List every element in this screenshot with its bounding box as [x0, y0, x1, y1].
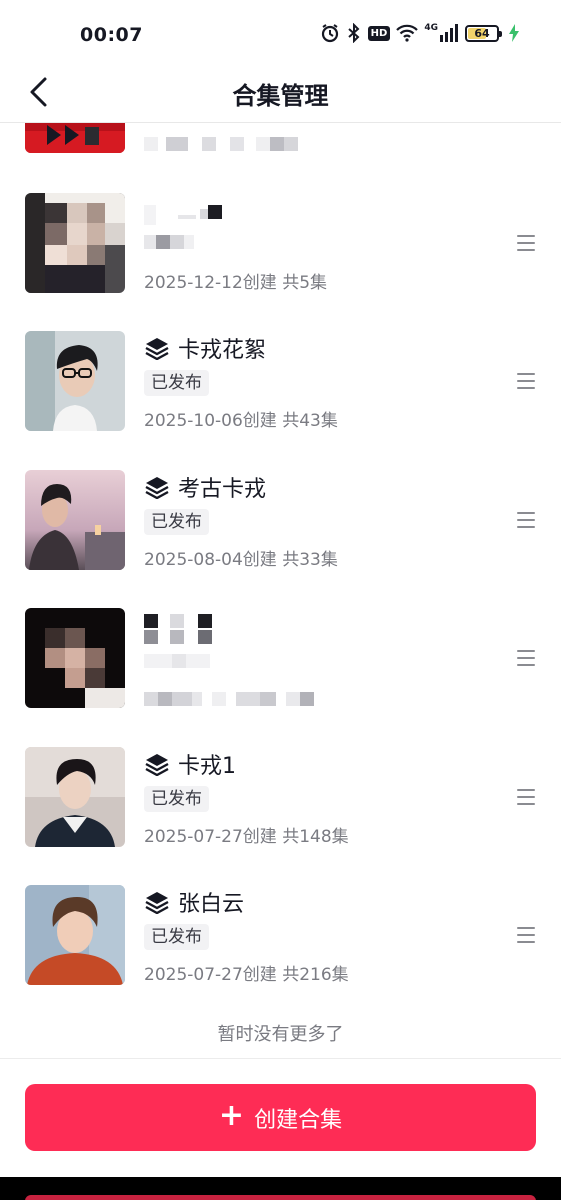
- collection-thumbnail: [25, 470, 125, 570]
- drag-handle-icon[interactable]: [517, 650, 535, 666]
- create-collection-label: 创建合集: [254, 1107, 343, 1133]
- collection-info: 张白云 已发布 2025-07-27创建 共216集: [144, 885, 481, 985]
- status-bar: 00:07 HD 4G 64: [0, 0, 561, 62]
- bluetooth-icon: [346, 23, 362, 43]
- collection-title: 卡戎1: [178, 754, 236, 779]
- collection-item[interactable]: 张白云 已发布 2025-07-27创建 共216集: [0, 885, 561, 989]
- collection-title-row: 考古卡戎: [144, 472, 266, 502]
- status-badge: 已发布: [144, 786, 209, 812]
- obscured-title: [144, 205, 222, 225]
- drag-handle-bar: [517, 664, 535, 666]
- cellular-signal-icon: 4G: [424, 23, 459, 42]
- obscured-title: [144, 614, 212, 628]
- drag-handle-bar: [517, 526, 535, 528]
- status-badge: 已发布: [144, 509, 209, 535]
- create-collection-button[interactable]: + 创建合集: [25, 1084, 536, 1151]
- drag-handle-bar: [517, 796, 535, 798]
- drag-handle-icon[interactable]: [517, 789, 535, 805]
- collection-info: 2025-12-12创建 共5集: [144, 193, 481, 293]
- drag-handle-bar: [517, 650, 535, 652]
- battery-level: 64: [474, 26, 490, 40]
- wifi-icon: [396, 24, 419, 42]
- collection-meta: 2025-12-12创建 共5集: [144, 273, 328, 293]
- hd-icon: HD: [367, 25, 391, 41]
- collection-info: 卡戎花絮 已发布 2025-10-06创建 共43集: [144, 331, 481, 431]
- page-title: 合集管理: [232, 82, 329, 110]
- collection-item[interactable]: [0, 123, 561, 157]
- drag-handle-bar: [517, 242, 535, 244]
- collection-item[interactable]: 卡戎花絮 已发布 2025-10-06创建 共43集: [0, 331, 561, 435]
- drag-handle-bar: [517, 387, 535, 389]
- obscured-status: [144, 235, 194, 249]
- bottom-divider: [0, 1058, 561, 1059]
- collection-title-row: 卡戎1: [144, 749, 236, 779]
- drag-handle-bar: [517, 789, 535, 791]
- drag-handle-bar: [517, 235, 535, 237]
- drag-handle-bar: [517, 941, 535, 943]
- collection-item[interactable]: 2025-12-12创建 共5集: [0, 193, 561, 297]
- layers-icon: [145, 477, 169, 499]
- layers-icon: [145, 892, 169, 914]
- collection-title-row: 卡戎花絮: [144, 333, 266, 363]
- drag-handle-icon[interactable]: [517, 512, 535, 528]
- layers-icon: [145, 754, 169, 776]
- drag-handle-bar: [517, 934, 535, 936]
- status-icons: HD 4G 64: [320, 23, 519, 43]
- drag-handle-icon[interactable]: [517, 235, 535, 251]
- drag-handle-icon[interactable]: [517, 927, 535, 943]
- collection-item[interactable]: 考古卡戎 已发布 2025-08-04创建 共33集: [0, 470, 561, 574]
- alarm-icon: [320, 23, 340, 43]
- drag-handle-bar: [517, 803, 535, 805]
- collection-thumbnail: [25, 331, 125, 431]
- collection-thumbnail: [25, 193, 125, 293]
- obscured-meta: [144, 692, 314, 706]
- collection-title: 卡戎花絮: [178, 338, 267, 363]
- drag-handle-bar: [517, 519, 535, 521]
- list-end-text: 暂时没有更多了: [217, 1024, 344, 1045]
- status-badge: 已发布: [144, 924, 209, 950]
- obscured-text: [144, 137, 298, 151]
- drag-handle-bar: [517, 927, 535, 929]
- drag-handle-bar: [517, 249, 535, 251]
- layers-icon: [145, 338, 169, 360]
- collection-meta: 2025-07-27创建 共148集: [144, 827, 349, 847]
- collection-title: 张白云: [178, 892, 245, 917]
- drag-handle-bar: [517, 657, 535, 659]
- button-reflection: [25, 1195, 536, 1200]
- collection-item[interactable]: [0, 608, 561, 712]
- collection-thumbnail: [25, 608, 125, 708]
- drag-handle-bar: [517, 512, 535, 514]
- screen-bottom-edge: [0, 1177, 561, 1200]
- drag-handle-bar: [517, 373, 535, 375]
- status-time: 00:07: [80, 24, 143, 46]
- collection-title: 考古卡戎: [178, 477, 267, 502]
- charging-icon: [509, 24, 519, 42]
- collection-thumbnail: [25, 885, 125, 985]
- collection-thumbnail: [25, 747, 125, 847]
- collection-info: 考古卡戎 已发布 2025-08-04创建 共33集: [144, 470, 481, 570]
- drag-handle-bar: [517, 380, 535, 382]
- plus-icon: +: [218, 1098, 245, 1133]
- battery-icon: 64: [465, 24, 502, 42]
- collection-info: 卡戎1 已发布 2025-07-27创建 共148集: [144, 747, 481, 847]
- collection-info: [144, 123, 481, 153]
- collection-thumbnail: [25, 123, 125, 153]
- obscured-status: [144, 654, 210, 668]
- collection-meta: 2025-08-04创建 共33集: [144, 550, 338, 570]
- collection-info: [144, 608, 481, 708]
- obscured-title-2: [144, 630, 212, 644]
- collection-meta: 2025-10-06创建 共43集: [144, 411, 338, 431]
- collection-list[interactable]: 2025-12-12创建 共5集 卡戎花絮 已发布 2025-10-06创建 共…: [0, 123, 561, 1058]
- collection-title-row: 张白云: [144, 887, 244, 917]
- nav-bar: 合集管理: [0, 62, 561, 123]
- collection-meta: 2025-07-27创建 共216集: [144, 965, 349, 985]
- drag-handle-icon[interactable]: [517, 373, 535, 389]
- network-type: 4G: [424, 23, 438, 33]
- collection-item[interactable]: 卡戎1 已发布 2025-07-27创建 共148集: [0, 747, 561, 851]
- status-badge: 已发布: [144, 370, 209, 396]
